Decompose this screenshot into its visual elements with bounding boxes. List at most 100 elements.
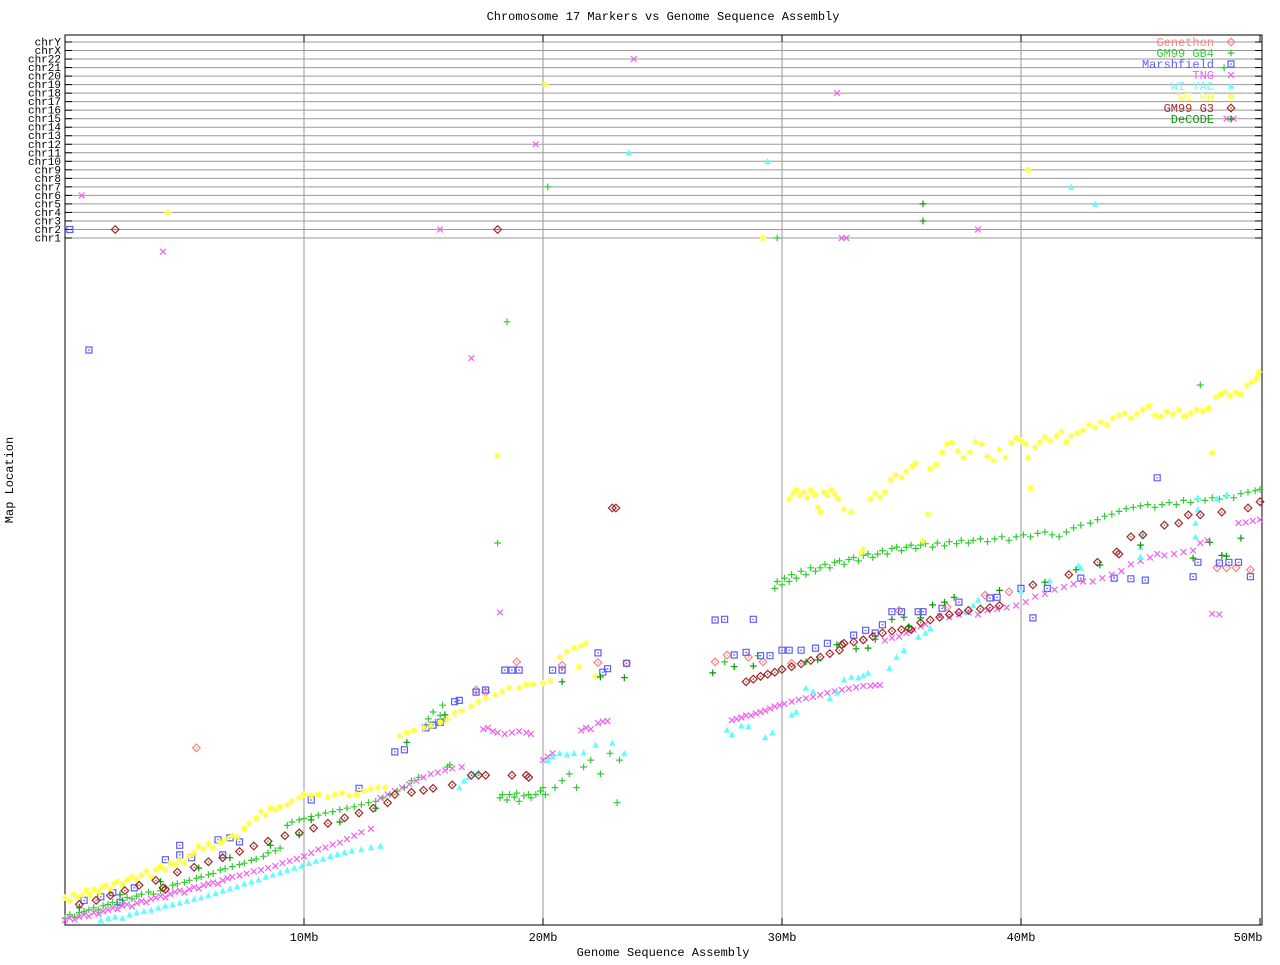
marker [216,866,224,874]
marker [374,784,382,791]
marker [219,887,226,894]
x-axis-label: Genome Sequence Assembly [577,946,750,960]
marker [558,678,566,686]
marker [812,567,819,575]
marker [864,669,872,676]
marker [1051,586,1058,594]
marker [252,815,260,822]
marker [594,649,602,657]
marker [792,574,800,582]
marker [749,662,757,670]
marker [1022,598,1030,606]
marker [307,816,315,824]
marker [935,612,945,622]
marker [228,863,236,870]
marker [1012,533,1020,541]
marker [785,495,793,503]
marker [929,601,936,609]
marker [763,669,773,679]
marker [424,715,432,723]
marker [169,881,177,889]
marker [357,801,365,809]
marker [358,828,365,836]
marker [919,217,927,225]
marker [867,495,874,503]
marker [147,895,155,903]
marker [800,488,807,496]
marker [861,626,870,634]
marker [919,537,927,545]
marker [467,354,475,362]
marker [508,729,516,736]
marker [1189,573,1197,581]
marker [1127,560,1135,568]
marker [1070,580,1077,588]
marker [1005,536,1013,544]
marker [546,677,554,685]
marker [372,804,380,812]
marker [974,596,982,603]
marker [759,234,767,242]
marker [166,859,174,867]
marker [1187,499,1195,506]
marker [1034,530,1042,537]
marker [322,844,329,851]
marker [797,567,805,575]
marker [1031,593,1039,600]
marker [1024,166,1032,174]
marker [1031,444,1039,451]
marker [482,694,490,702]
chart-title: Chromosome 17 Markers vs Genome Sequence… [487,10,840,24]
marker [823,639,832,647]
marker [355,784,363,792]
marker [367,844,375,851]
marker [358,846,365,853]
marker [1192,519,1199,526]
marker [1189,547,1197,554]
marker [792,486,800,494]
marker [507,770,517,780]
marker [400,746,408,754]
marker [1174,518,1184,528]
marker [723,726,731,733]
marker [1226,392,1234,400]
marker [1110,574,1118,582]
x-tick-labels: 10Mb 20Mb 30Mb 40Mb 50Mb [290,931,1263,945]
marker [140,907,148,915]
marker [418,785,429,795]
marker [339,813,350,823]
marker [1144,501,1152,509]
scatter-plot: Chromosome 17 Markers vs Genome Sequence… [3,10,1265,960]
marker [1192,533,1199,540]
marker [221,835,229,843]
marker [1097,418,1105,426]
marker [730,663,738,671]
marker [257,866,265,874]
marker [365,799,372,807]
marker [941,542,948,550]
marker [350,832,358,840]
marker [1242,519,1250,526]
marker [849,637,859,647]
marker [996,446,1003,454]
marker [410,727,418,734]
marker [1027,484,1034,492]
row-label-chr1: chr1 [35,233,62,245]
marker [575,663,583,671]
marker [826,694,833,702]
marker [1195,510,1205,520]
marker [1205,404,1212,412]
marker [226,854,234,862]
marker [1058,428,1065,436]
marker [489,727,497,735]
marker [1181,413,1189,421]
marker [855,557,862,565]
x-tick-label: 50Mb [1234,931,1263,945]
marker [314,846,322,853]
marker [1012,602,1020,609]
marker [155,904,162,911]
marker [1183,510,1193,520]
marker [840,505,848,513]
marker [249,841,259,851]
marker [284,866,291,873]
